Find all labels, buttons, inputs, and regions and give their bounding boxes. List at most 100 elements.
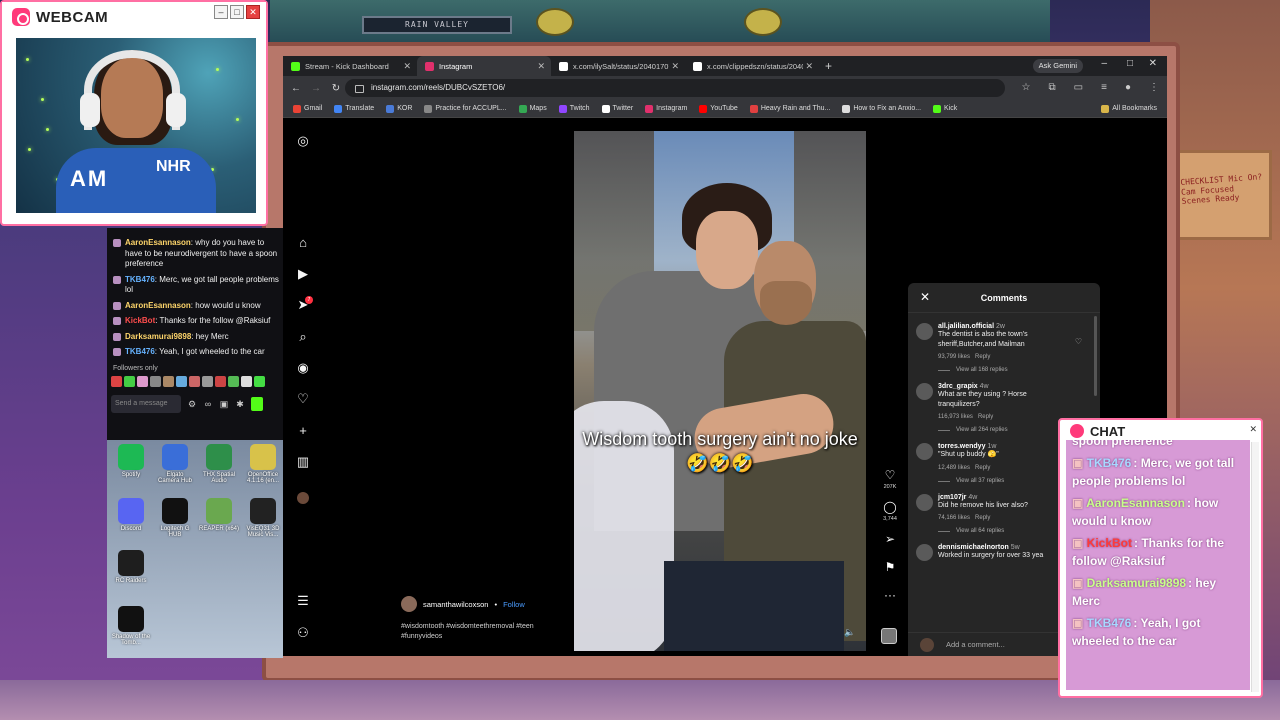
emote-icon[interactable] (111, 375, 122, 387)
chat-username[interactable]: AaronEsannason (125, 301, 191, 310)
follow-button[interactable]: Follow (503, 600, 525, 609)
emote-icon[interactable] (228, 375, 239, 387)
reel-hashtags[interactable]: #wisdomtooth #wisdomteethremoval #teen #… (401, 622, 561, 642)
commenter-name[interactable]: torres.wendyy (938, 443, 985, 450)
emote-icon[interactable] (137, 375, 148, 387)
bookmark-item[interactable]: Translate (334, 104, 374, 113)
like-icon[interactable]: ♡ (879, 468, 901, 482)
instagram-logo-icon[interactable]: ◎ (296, 134, 310, 148)
bookmark-item[interactable]: Gmail (293, 104, 322, 113)
reply-button[interactable]: Reply (975, 515, 990, 521)
chat-scrollbar[interactable] (1251, 442, 1259, 692)
cast-icon[interactable]: ▭ (1074, 82, 1083, 93)
more-menu-icon[interactable]: ☰ (296, 594, 310, 608)
poster-avatar[interactable] (401, 596, 417, 612)
emote-icon[interactable] (163, 375, 174, 387)
desktop-shortcut[interactable]: THX Spatial Audio (199, 444, 239, 484)
desktop-shortcut[interactable]: OpenOffice 4.1.16 (en... (243, 444, 283, 484)
like-comment-icon[interactable]: ♡ (1075, 337, 1082, 346)
audio-thumbnail[interactable] (881, 628, 897, 644)
commenter-name[interactable]: 3drc_grapix (938, 383, 978, 390)
desktop-shortcut[interactable]: Logitech G HUB (155, 498, 195, 538)
emote-icon[interactable] (150, 375, 161, 387)
emote-icon[interactable] (189, 375, 200, 387)
desktop-shortcut[interactable]: Spotify (111, 444, 151, 478)
gift-icon[interactable]: ▣ (219, 399, 229, 409)
commenter-name[interactable]: jcm107jr (938, 494, 966, 501)
bookmark-item[interactable]: Heavy Rain and Thu... (749, 104, 830, 113)
comments-scrollbar[interactable] (1094, 316, 1097, 396)
commenter-avatar[interactable] (916, 443, 933, 460)
all-bookmarks-button[interactable]: All Bookmarks (1101, 104, 1157, 113)
bookmark-item[interactable]: Instagram (645, 104, 687, 113)
browser-tab[interactable]: Instagram ✕ (417, 56, 551, 76)
emote-icon[interactable] (215, 375, 226, 387)
settings-icon[interactable]: ⚙ (187, 399, 197, 409)
link-icon[interactable]: ∞ (203, 399, 213, 409)
chat-username[interactable]: AaronEsannason (125, 238, 191, 247)
chat-username[interactable]: TKB476 (1087, 456, 1132, 470)
profile-icon[interactable]: ● (1125, 82, 1131, 93)
desktop-shortcut[interactable]: RC Raiders (111, 550, 151, 584)
reply-button[interactable]: Reply (975, 465, 990, 471)
chat-username[interactable]: KickBot (125, 316, 155, 325)
close-icon[interactable]: ✕ (1249, 424, 1257, 435)
url-bar[interactable]: instagram.com/reels/DUBCvSZETO6/ (345, 79, 1005, 97)
minimize-icon[interactable]: – (1101, 58, 1107, 69)
extensions-icon[interactable]: ⧉ (1049, 82, 1056, 93)
close-tab-icon[interactable]: ✕ (403, 61, 411, 72)
emote-icon[interactable] (254, 375, 265, 387)
chat-username[interactable]: TKB476 (125, 275, 155, 284)
emote-icon[interactable] (241, 375, 252, 387)
close-icon[interactable]: ✕ (1149, 58, 1157, 69)
browser-tab[interactable]: x.com/ilySalt/status/20401707 ✕ (551, 56, 685, 76)
desktop-shortcut[interactable]: VisEQ31 3D Music Vis... (243, 498, 283, 538)
create-icon[interactable]: + (296, 424, 310, 438)
desktop-shortcut[interactable]: Elgato Camera Hub (155, 444, 195, 484)
bookmark-item[interactable]: KOR (386, 104, 412, 113)
gear-icon[interactable]: ✱ (235, 399, 245, 409)
poster-username[interactable]: samanthawilcoxson (423, 600, 488, 609)
commenter-name[interactable]: dennismichaelnorton (938, 544, 1009, 551)
save-icon[interactable]: ⚑ (879, 560, 901, 574)
browser-tab[interactable]: x.com/clippedszn/status/20401 ✕ (685, 56, 819, 76)
commenter-avatar[interactable] (916, 323, 933, 340)
maximize-button[interactable]: □ (230, 5, 244, 19)
desktop-shortcut[interactable]: Discord (111, 498, 151, 532)
browser-tab[interactable]: Stream - Kick Dashboard ✕ (283, 56, 417, 76)
commenter-avatar[interactable] (916, 383, 933, 400)
home-icon[interactable]: ⌂ (296, 236, 310, 250)
bookmark-item[interactable]: Twitch (558, 104, 590, 113)
emote-icon[interactable] (176, 375, 187, 387)
bookmark-star-icon[interactable]: ☆ (1022, 82, 1031, 93)
menu-icon[interactable]: ⋮ (1149, 82, 1159, 93)
chat-username[interactable]: AaronEsannason (1086, 496, 1185, 510)
also-from-meta-icon[interactable]: ⚇ (296, 626, 310, 640)
forward-icon[interactable]: → (311, 83, 321, 94)
heart-icon[interactable]: ♡ (296, 392, 310, 406)
new-tab-button[interactable]: + (819, 59, 838, 73)
commenter-username[interactable]: all.jalilian.official 2w (938, 323, 1092, 330)
emote-icon[interactable] (124, 375, 135, 387)
reel-video[interactable]: Wisdom tooth surgery ain't no joke 🤣🤣🤣 🔈 (574, 131, 866, 651)
reels-icon[interactable]: ▶ (296, 267, 310, 281)
share-icon[interactable]: ➢ (879, 532, 901, 546)
close-tab-icon[interactable]: ✕ (671, 61, 679, 72)
reply-button[interactable]: Reply (978, 414, 993, 420)
commenter-username[interactable]: 3drc_grapix 4w (938, 383, 1092, 390)
close-button[interactable]: ✕ (246, 5, 260, 19)
comment-likes[interactable]: 12,489 likes (938, 465, 970, 471)
search-icon[interactable]: ⌕ (296, 330, 310, 344)
minimize-button[interactable]: – (214, 5, 228, 19)
emote-icon[interactable] (202, 375, 213, 387)
bookmark-item[interactable]: YouTube (699, 104, 738, 113)
comment-likes[interactable]: 116,973 likes (938, 414, 973, 420)
bookmark-item[interactable]: Practice for ACCUPL... (424, 104, 507, 113)
more-options-icon[interactable]: ··· (879, 588, 901, 602)
back-icon[interactable]: ← (291, 83, 301, 94)
maximize-icon[interactable]: □ (1127, 58, 1133, 69)
chat-username[interactable]: Darksamurai9898 (125, 332, 191, 341)
profile-avatar[interactable] (297, 492, 309, 504)
chat-username[interactable]: KickBot (1087, 536, 1132, 550)
mute-icon[interactable]: 🔈 (844, 627, 855, 638)
